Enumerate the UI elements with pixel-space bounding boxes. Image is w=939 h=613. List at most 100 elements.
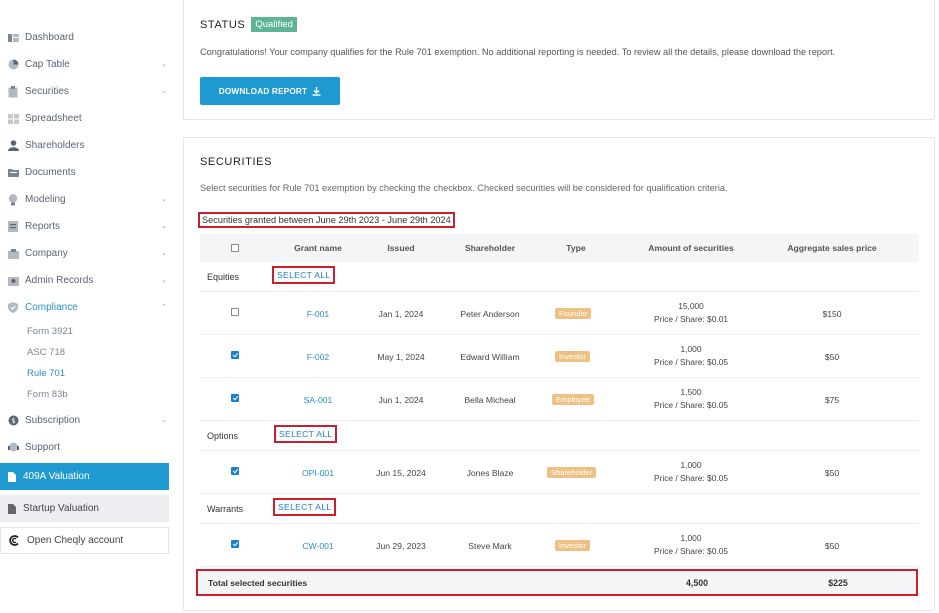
aggregate-price: $50 (824, 541, 840, 551)
column-header-issued: Issued (387, 243, 415, 253)
issued-date: Jun 1, 2024 (378, 395, 424, 405)
securities-card: SECURITIES Select securities for Rule 70… (183, 137, 935, 611)
sidebar-item-label: Cap Table (25, 59, 70, 70)
document-icon (8, 503, 16, 514)
table-row: F-002 May 1, 2024 Edward William Investo… (200, 335, 919, 378)
startup-valuation-button[interactable]: Startup Valuation (0, 495, 169, 522)
sidebar-item-label: Reports (25, 221, 61, 232)
amount-value: 1,500 (680, 387, 702, 397)
grant-link[interactable]: F-001 (278, 309, 358, 319)
grant-link[interactable]: SA-001 (278, 395, 358, 405)
sidebar-item-shareholders[interactable]: Shareholders (0, 132, 172, 159)
subscription-icon: $ (7, 415, 19, 427)
table-row: CW-001 Jun 29, 2023 Steve Mark Investor … (200, 524, 919, 567)
chevron-down-icon: ⌄ (161, 61, 167, 68)
sidebar-item-label: Subscription (25, 415, 81, 426)
open-cheqly-button[interactable]: Open Cheqly account (0, 527, 169, 554)
row-checkbox[interactable] (231, 308, 239, 316)
sidebar-subitem-form-83b[interactable]: Form 83b (0, 384, 172, 405)
total-aggregate: $225 (828, 578, 848, 588)
group-row-warrants: Warrants SELECT ALL (200, 494, 919, 524)
sidebar-item-label: Dashboard (25, 32, 74, 43)
shareholder-name: Bella Micheal (464, 395, 516, 405)
issued-date: Jun 29, 2023 (376, 541, 426, 551)
document-icon (8, 471, 16, 482)
user-icon (7, 140, 19, 152)
sidebar-item-company[interactable]: Company ⌄ (0, 240, 172, 267)
total-row: Total selected securities 4,500 $225 (196, 569, 918, 596)
sidebar-item-subscription[interactable]: $ Subscription ⌄ (0, 407, 172, 434)
support-icon (7, 442, 19, 454)
sidebar-item-label: Securities (25, 86, 69, 97)
sidebar-item-admin-records[interactable]: Admin Records ⌄ (0, 267, 172, 294)
sidebar-item-support[interactable]: Support (0, 434, 172, 461)
table-header: Grant name Issued Shareholder Type Amoun… (200, 234, 919, 262)
shield-icon (7, 302, 19, 314)
type-badge: Founder (555, 308, 592, 319)
grant-link[interactable]: OPI-001 (278, 468, 358, 478)
column-header-grant-name: Grant name (294, 243, 342, 253)
status-header: STATUS Qualified (200, 17, 297, 32)
sidebar-item-label: Shareholders (25, 140, 85, 151)
sidebar-item-label: Compliance (25, 302, 78, 313)
column-header-aggregate: Aggregate sales price (787, 243, 877, 253)
clipboard-icon (7, 85, 19, 98)
valuation-409a-button[interactable]: 409A Valuation (0, 463, 169, 490)
amount-cell: 1,000 Price / Share: $0.05 (636, 343, 746, 369)
shareholder-name: Jones Blaze (466, 468, 514, 478)
select-all-equities-button[interactable]: SELECT ALL (272, 266, 336, 284)
grant-link[interactable]: F-002 (278, 352, 358, 362)
date-range-label: Securities granted between June 29th 202… (198, 212, 455, 228)
chevron-down-icon: ⌄ (161, 88, 167, 95)
price-per-share: Price / Share: $0.05 (653, 357, 729, 367)
status-title: STATUS (200, 18, 246, 31)
aggregate-price: $150 (822, 309, 842, 319)
row-checkbox[interactable] (231, 394, 239, 402)
sidebar-item-dashboard[interactable]: Dashboard (0, 24, 172, 51)
sidebar-item-label: Spreadsheet (25, 113, 82, 124)
admin-icon (7, 275, 19, 287)
sidebar-item-modeling[interactable]: Modeling ⌄ (0, 186, 172, 213)
sidebar-item-compliance[interactable]: Compliance ⌃ (0, 294, 172, 321)
sidebar-subitem-form-3921[interactable]: Form 3921 (0, 321, 172, 342)
download-report-button[interactable]: DOWNLOAD REPORT (200, 77, 340, 105)
group-row-equities: Equities SELECT ALL (200, 262, 919, 292)
lightbulb-icon (7, 193, 19, 206)
price-per-share: Price / Share: $0.05 (653, 546, 729, 556)
securities-title: SECURITIES (200, 156, 273, 168)
row-checkbox[interactable] (231, 351, 239, 359)
dashboard-icon (7, 32, 19, 44)
sidebar-subitem-rule-701[interactable]: Rule 701 (0, 363, 172, 384)
select-all-checkbox[interactable] (231, 244, 239, 252)
shareholder-name: Steve Mark (468, 541, 512, 551)
chevron-up-icon: ⌃ (161, 304, 167, 311)
status-card: STATUS Qualified Congratulations! Your c… (183, 0, 935, 120)
aggregate-price: $50 (824, 468, 840, 478)
sidebar-item-cap-table[interactable]: Cap Table ⌄ (0, 51, 172, 78)
status-message: Congratulations! Your company qualifies … (200, 47, 836, 57)
securities-description: Select securities for Rule 701 exemption… (200, 183, 728, 193)
column-header-shareholder: Shareholder (464, 243, 516, 253)
sidebar-item-documents[interactable]: Documents (0, 159, 172, 186)
grant-link[interactable]: CW-001 (278, 541, 358, 551)
sidebar-item-label: Modeling (25, 194, 66, 205)
building-icon (7, 248, 19, 260)
select-all-warrants-button[interactable]: SELECT ALL (273, 498, 337, 516)
sidebar-item-reports[interactable]: Reports ⌄ (0, 213, 172, 240)
sidebar-subitem-asc-718[interactable]: ASC 718 (0, 342, 172, 363)
price-per-share: Price / Share: $0.05 (653, 473, 729, 483)
amount-cell: 1,000 Price / Share: $0.05 (636, 532, 746, 558)
row-checkbox[interactable] (231, 540, 239, 548)
group-label: Options (207, 431, 239, 441)
amount-cell: 15,000 Price / Share: $0.01 (636, 300, 746, 326)
sidebar-item-securities[interactable]: Securities ⌄ (0, 78, 172, 105)
issued-date: Jun 15, 2024 (376, 468, 426, 478)
folder-icon (7, 167, 19, 179)
column-header-type: Type (566, 243, 586, 253)
sidebar-item-spreadsheet[interactable]: Spreadsheet (0, 105, 172, 132)
row-checkbox[interactable] (231, 467, 239, 475)
table-row: OPI-001 Jun 15, 2024 Jones Blaze Shareho… (200, 451, 919, 494)
chevron-down-icon: ⌄ (161, 223, 167, 230)
aggregate-price: $50 (824, 352, 840, 362)
select-all-options-button[interactable]: SELECT ALL (274, 425, 338, 443)
